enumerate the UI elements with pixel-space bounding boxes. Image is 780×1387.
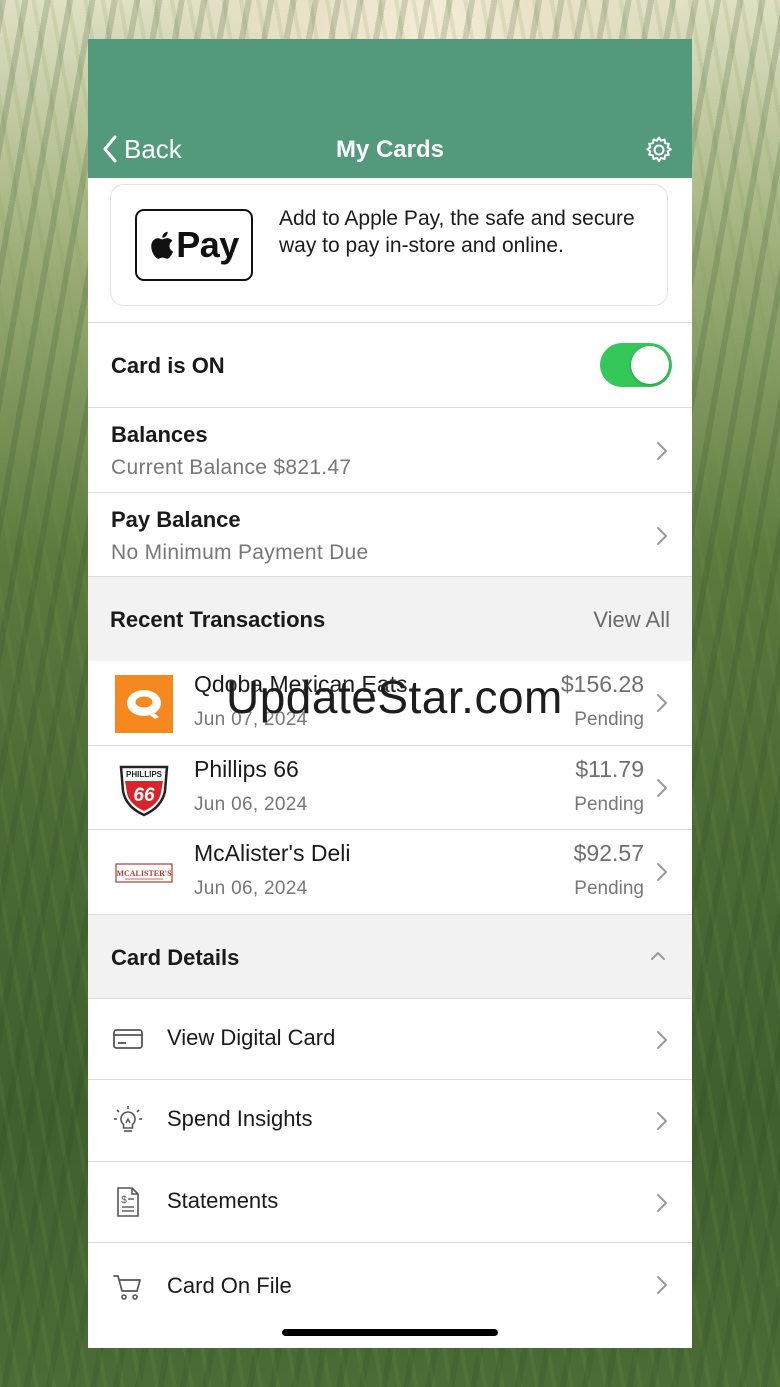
statement-icon: $: [117, 1187, 139, 1217]
transaction-status: Pending: [574, 709, 644, 730]
home-indicator: [282, 1329, 498, 1336]
chevron-right-icon: [657, 527, 667, 545]
statements-row[interactable]: $ Statements: [88, 1161, 692, 1242]
chevron-right-icon: [657, 1276, 667, 1294]
phillips-logo-number: 66: [133, 785, 155, 806]
card-on-toggle[interactable]: [600, 343, 672, 387]
apple-pay-banner[interactable]: Pay Add to Apple Pay, the safe and secur…: [110, 184, 668, 306]
qdoba-logo: [115, 675, 173, 733]
transaction-status: Pending: [574, 794, 644, 815]
apple-pay-description: Add to Apple Pay, the safe and secure wa…: [279, 207, 635, 257]
view-all-link[interactable]: View All: [593, 607, 670, 633]
chevron-right-icon: [657, 1031, 667, 1049]
mcalisters-logo-text: MCALISTER'S: [116, 869, 172, 878]
menu-label: Statements: [167, 1188, 279, 1213]
card-status-label: Card is ON: [111, 353, 225, 378]
recent-transactions-title: Recent Transactions: [110, 607, 326, 632]
credit-card-icon: [113, 1029, 143, 1049]
chevron-right-icon: [657, 1112, 667, 1130]
pay-balance-row[interactable]: Pay Balance No Minimum Payment Due: [88, 492, 692, 576]
balances-subtitle: Current Balance $821.47: [111, 456, 352, 479]
phillips66-logo: PHILLIPS 66: [119, 765, 169, 817]
transaction-row[interactable]: Qdoba Mexican Eats Jun 07, 2024 $156.28 …: [88, 661, 692, 745]
merchant-name: McAlister's Deli: [194, 840, 351, 866]
chevron-right-icon: [657, 863, 667, 881]
lightbulb-icon: [114, 1106, 142, 1132]
chevron-right-icon: [657, 442, 667, 460]
transaction-amount: $11.79: [575, 756, 644, 782]
transaction-date: Jun 07, 2024: [194, 709, 308, 730]
cart-icon: [113, 1275, 141, 1300]
page-title: My Cards: [335, 136, 445, 163]
chevron-right-icon: [657, 694, 667, 712]
transaction-amount: $156.28: [560, 671, 644, 697]
toggle-knob: [631, 346, 669, 384]
chevron-up-icon: [651, 952, 665, 960]
chevron-right-icon: [657, 779, 667, 797]
apple-icon: [151, 231, 174, 259]
transaction-row[interactable]: PHILLIPS 66 Phillips 66 Jun 06, 2024 $11…: [88, 745, 692, 829]
apple-pay-logo-text: Pay: [176, 224, 239, 265]
transaction-amount: $92.57: [573, 840, 644, 866]
svg-text:$: $: [121, 1195, 127, 1206]
transaction-date: Jun 06, 2024: [194, 878, 308, 899]
apple-pay-logo: Pay: [135, 209, 253, 281]
menu-label: Card On File: [167, 1273, 292, 1298]
menu-label: Spend Insights: [167, 1106, 313, 1131]
gear-icon[interactable]: [644, 135, 674, 165]
phone-screen: Back My Cards Pay Add to Apple Pay, the …: [88, 39, 692, 1348]
spend-insights-row[interactable]: Spend Insights: [88, 1079, 692, 1161]
menu-label: View Digital Card: [167, 1025, 336, 1050]
mcalisters-logo: MCALISTER'S: [115, 863, 173, 883]
card-details-header[interactable]: Card Details: [88, 914, 692, 998]
navigation-bar: Back My Cards: [88, 39, 692, 178]
transaction-status: Pending: [574, 878, 644, 899]
card-status-row: Card is ON: [88, 322, 692, 407]
phillips-logo-top: PHILLIPS: [126, 770, 163, 779]
pay-balance-subtitle: No Minimum Payment Due: [111, 541, 369, 564]
view-digital-card-row[interactable]: View Digital Card: [88, 998, 692, 1079]
balances-row[interactable]: Balances Current Balance $821.47: [88, 407, 692, 492]
transaction-date: Jun 06, 2024: [194, 794, 308, 815]
chevron-right-icon: [657, 1194, 667, 1212]
balances-title: Balances: [111, 422, 208, 447]
card-details-title: Card Details: [111, 945, 240, 970]
transaction-row[interactable]: MCALISTER'S McAlister's Deli Jun 06, 202…: [88, 829, 692, 914]
merchant-name: Phillips 66: [194, 756, 299, 782]
merchant-name: Qdoba Mexican Eats: [194, 671, 408, 697]
recent-transactions-header: Recent Transactions View All: [88, 576, 692, 661]
pay-balance-title: Pay Balance: [111, 507, 241, 532]
